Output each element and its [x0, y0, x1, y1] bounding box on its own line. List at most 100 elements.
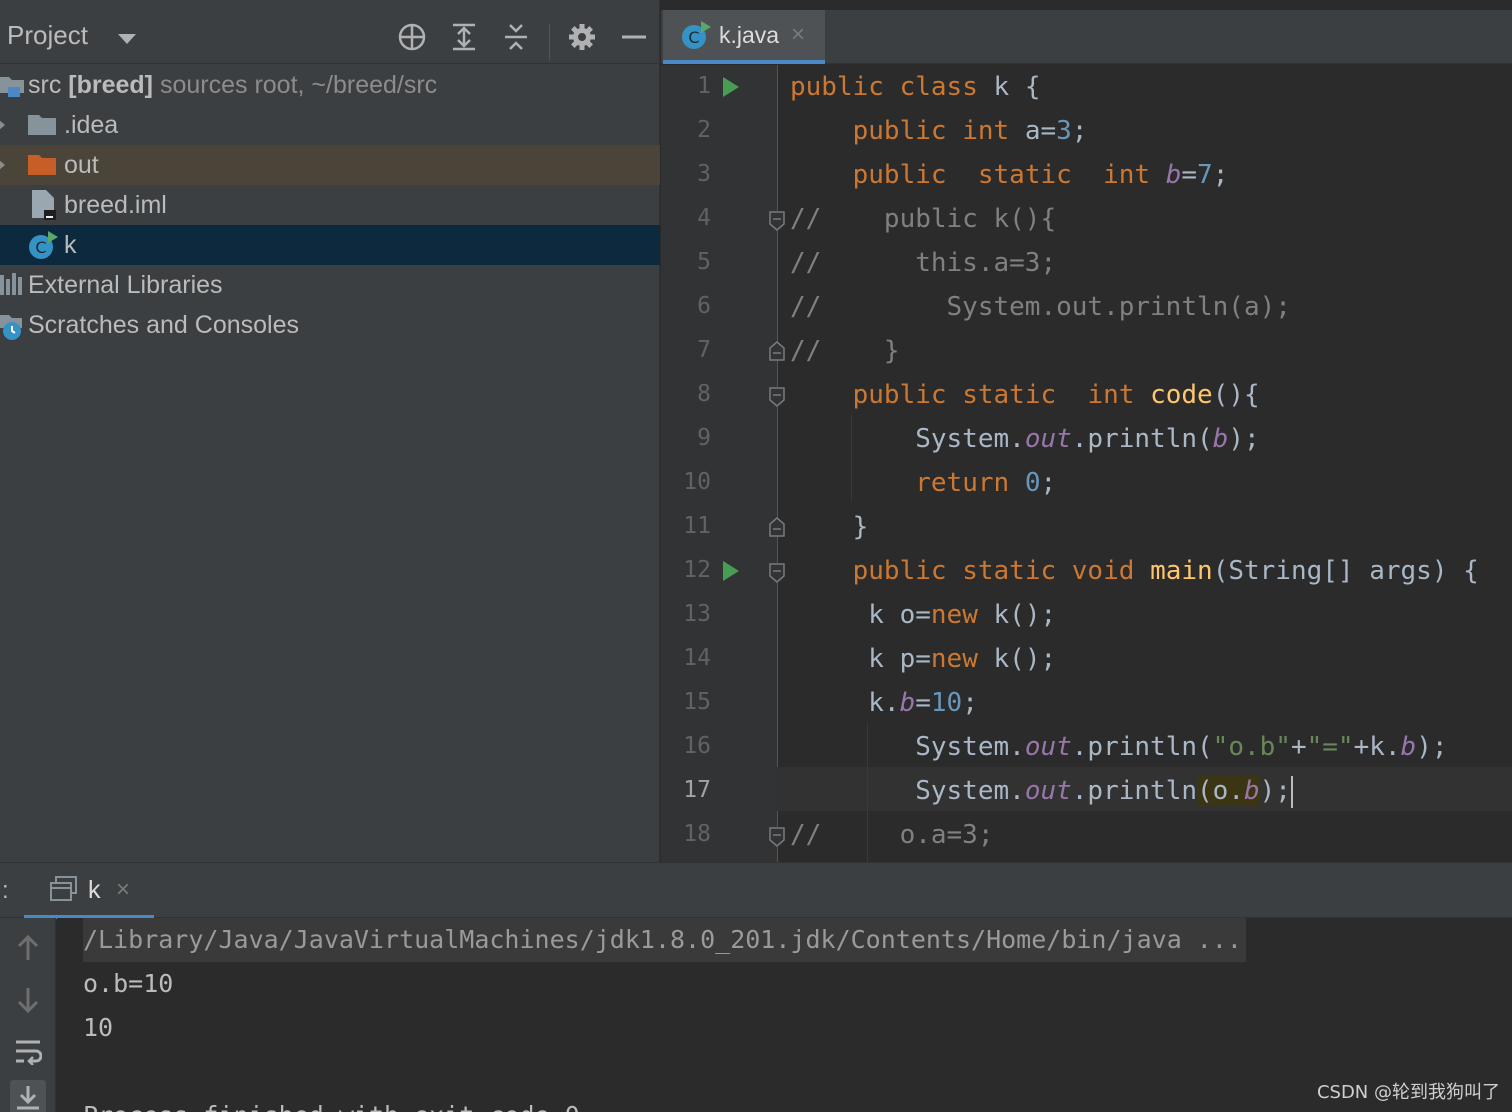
close-icon[interactable]: × [791, 21, 805, 49]
tree-item-scratches[interactable]: Scratches and Consoles [0, 305, 660, 345]
run-panel-prefix: : [2, 877, 9, 904]
tree-item-label: k [64, 231, 77, 259]
chevron-right-icon[interactable] [0, 159, 5, 171]
code-line[interactable]: public static int code(){ [790, 373, 1260, 417]
code-line-current[interactable]: System.out.println(o.b); [790, 769, 1293, 813]
run-panel-header: : k × [0, 862, 1512, 919]
tree-item-breed-iml[interactable]: breed.iml [0, 185, 660, 225]
code-line[interactable]: public class k { [790, 65, 1040, 109]
soft-wrap-icon[interactable] [10, 1034, 46, 1070]
close-icon[interactable]: × [116, 876, 130, 904]
console-icon [50, 876, 78, 907]
code-line[interactable]: public static void main(String[] args) { [790, 549, 1479, 593]
svg-text:C: C [688, 28, 699, 47]
console-output[interactable]: /Library/Java/JavaVirtualMachines/jdk1.8… [57, 918, 1512, 1112]
code-line[interactable]: // System.out.println(a); [790, 285, 1291, 329]
module-tag: [breed] [68, 71, 154, 99]
line-number: 16 [683, 733, 711, 759]
collapse-all-icon[interactable] [499, 20, 533, 54]
fold-icon[interactable] [769, 211, 785, 231]
source-folder-icon [0, 73, 24, 106]
tab-label: k [88, 876, 101, 904]
text-caret [1290, 775, 1293, 808]
library-icon [0, 273, 24, 304]
tree-item-k[interactable]: C k [0, 225, 660, 265]
code-line[interactable]: k.b=10; [790, 681, 978, 725]
line-number: 13 [683, 601, 711, 627]
locate-icon[interactable] [395, 20, 429, 54]
editor-tab-bar: C k.java × [661, 10, 1512, 64]
tree-item-idea[interactable]: .idea [0, 105, 660, 145]
console-line: 10 [83, 1013, 114, 1042]
code-line[interactable]: k o=new k(); [790, 593, 1056, 637]
code-line[interactable]: // public k(){ [790, 197, 1056, 241]
run-toolbar [0, 918, 56, 1112]
hide-icon[interactable] [617, 20, 651, 54]
code-line[interactable]: System.out.println("o.b"+"="+k.b); [790, 725, 1447, 769]
line-number: 4 [697, 205, 711, 231]
line-number: 9 [697, 425, 711, 451]
code-line[interactable]: public static int b=7; [790, 153, 1229, 197]
tree-item-src[interactable]: src [breed] sources root, ~/breed/src [0, 65, 660, 105]
toolbar-separator [549, 24, 550, 60]
run-icon[interactable] [723, 77, 739, 97]
expand-all-icon[interactable] [447, 20, 481, 54]
scroll-to-end-icon[interactable] [10, 1080, 46, 1112]
line-number: 1 [697, 73, 711, 99]
project-panel-header: Project [0, 10, 660, 64]
line-number: 10 [683, 469, 711, 495]
excluded-folder-icon [28, 153, 56, 184]
project-view-title[interactable]: Project [7, 20, 88, 51]
line-number: 3 [697, 161, 711, 187]
gear-icon[interactable] [565, 20, 599, 54]
line-number: 7 [697, 337, 711, 363]
tab-run-k[interactable]: k × [24, 863, 154, 919]
line-number: 12 [683, 557, 711, 583]
tree-item-label: breed.iml [64, 191, 167, 219]
line-number-current: 17 [683, 777, 711, 803]
fold-icon[interactable] [769, 827, 785, 847]
fold-icon[interactable] [769, 563, 785, 583]
tree-item-label: out [64, 151, 99, 179]
console-command-line[interactable]: /Library/Java/JavaVirtualMachines/jdk1.8… [83, 918, 1246, 962]
chevron-right-icon[interactable] [0, 119, 5, 131]
watermark: CSDN @轮到我狗叫了 [1316, 1082, 1500, 1103]
code-line[interactable]: public int a=3; [790, 109, 1088, 153]
tree-item-out[interactable]: out [0, 145, 660, 185]
fold-icon[interactable] [769, 341, 785, 361]
tab-label: k.java [719, 22, 780, 48]
code-line[interactable]: // o.a=3; [790, 813, 994, 857]
line-number: 5 [697, 249, 711, 275]
line-number: 18 [683, 821, 711, 847]
project-panel: Project src [breed] sources root, ~/bree… [0, 0, 660, 862]
code-line[interactable]: // this.a=3; [790, 241, 1056, 285]
line-number: 6 [697, 293, 711, 319]
code-line[interactable]: k p=new k(); [790, 637, 1056, 681]
scroll-down-icon[interactable] [10, 982, 46, 1018]
fold-icon[interactable] [769, 517, 785, 537]
line-number: 2 [697, 117, 711, 143]
fold-icon[interactable] [769, 387, 785, 407]
console-line: o.b=10 [83, 969, 174, 998]
tree-item-external-libraries[interactable]: External Libraries [0, 265, 660, 305]
code-editor[interactable]: 1 2 3 4 5 6 7 8 9 10 11 12 13 14 15 16 1… [661, 65, 1512, 862]
chevron-down-icon[interactable] [118, 34, 136, 44]
tree-item-label: .idea [64, 111, 119, 139]
code-line[interactable]: System.out.println(b); [790, 417, 1259, 461]
scratches-icon [0, 313, 24, 348]
line-number: 14 [683, 645, 711, 671]
run-icon[interactable] [723, 561, 739, 581]
tab-k-java[interactable]: C k.java × [663, 10, 825, 64]
code-line[interactable]: } [790, 505, 869, 549]
tree-item-label: src [28, 71, 62, 99]
line-number: 8 [697, 381, 711, 407]
folder-icon [28, 113, 56, 144]
java-class-icon: C [28, 231, 58, 268]
line-number: 11 [683, 513, 711, 539]
tree-item-label: External Libraries [28, 271, 223, 299]
scroll-up-icon[interactable] [10, 930, 46, 966]
code-line[interactable]: return 0; [790, 461, 1056, 505]
code-line[interactable]: // } [790, 329, 900, 373]
console-line: Process finished with exit code 0 [83, 1094, 580, 1112]
java-class-icon: C [681, 21, 711, 56]
